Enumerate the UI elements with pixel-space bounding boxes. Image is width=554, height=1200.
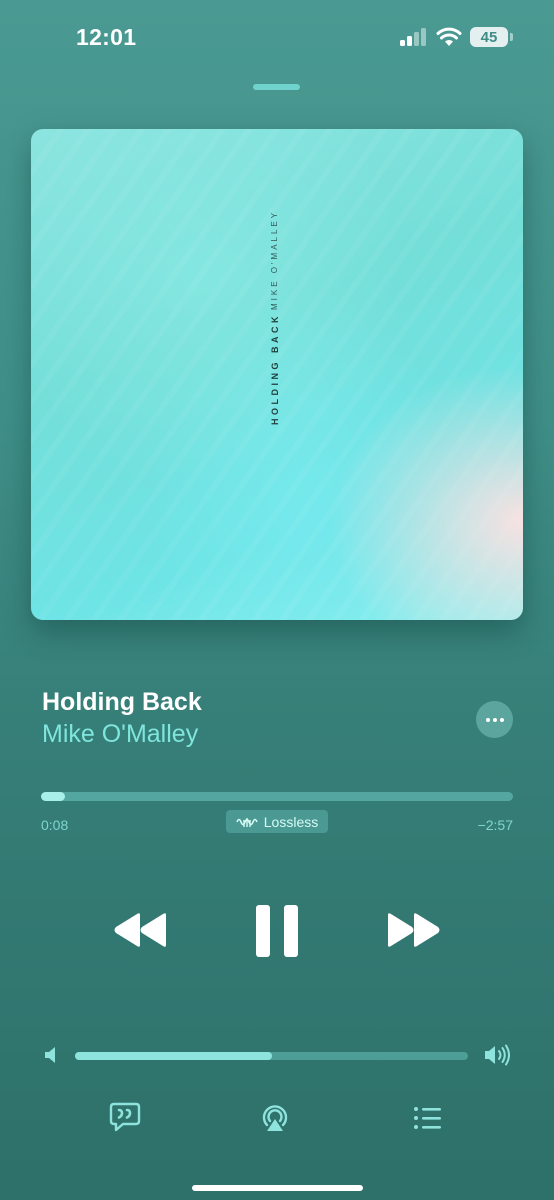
- lossless-icon: [236, 817, 258, 827]
- pause-icon[interactable]: [256, 905, 298, 957]
- volume-low-icon: [45, 1047, 55, 1063]
- lossless-label: Lossless: [263, 813, 319, 830]
- rewind-icon[interactable]: [113, 912, 167, 948]
- progress-scrubber[interactable]: [41, 792, 513, 801]
- elapsed-time: 0:08: [41, 817, 69, 833]
- volume-slider[interactable]: [75, 1052, 468, 1060]
- wifi-icon: [436, 27, 462, 46]
- volume-fill: [75, 1052, 272, 1060]
- signal-icon: [400, 28, 426, 46]
- progress-fill: [41, 792, 65, 801]
- ellipsis-icon: [485, 717, 490, 722]
- airplay-icon[interactable]: [259, 1101, 291, 1133]
- queue-icon[interactable]: [412, 1102, 444, 1134]
- artist-name[interactable]: Mike O'Malley: [42, 720, 198, 749]
- sheet-grabber[interactable]: [253, 84, 300, 90]
- status-time: 12:01: [76, 24, 137, 50]
- song-title: Holding Back: [42, 688, 202, 716]
- lyrics-icon[interactable]: [109, 1101, 141, 1133]
- status-bar: 12:01 45: [0, 0, 554, 76]
- artwork-title-text: HOLDING BACK: [270, 313, 280, 425]
- battery-icon: 45: [470, 27, 513, 47]
- artwork-artist-text: MIKE O'MALLEY: [270, 209, 279, 310]
- more-options-button[interactable]: [476, 701, 513, 738]
- home-indicator[interactable]: [192, 1185, 363, 1191]
- fast-forward-icon[interactable]: [387, 912, 441, 948]
- volume-high-icon: [485, 1044, 510, 1066]
- lossless-badge[interactable]: Lossless: [226, 810, 328, 833]
- battery-level: 45: [480, 28, 498, 46]
- status-icons: 45: [400, 27, 513, 47]
- remaining-time: −2:57: [477, 817, 513, 833]
- transport-controls: [0, 900, 554, 960]
